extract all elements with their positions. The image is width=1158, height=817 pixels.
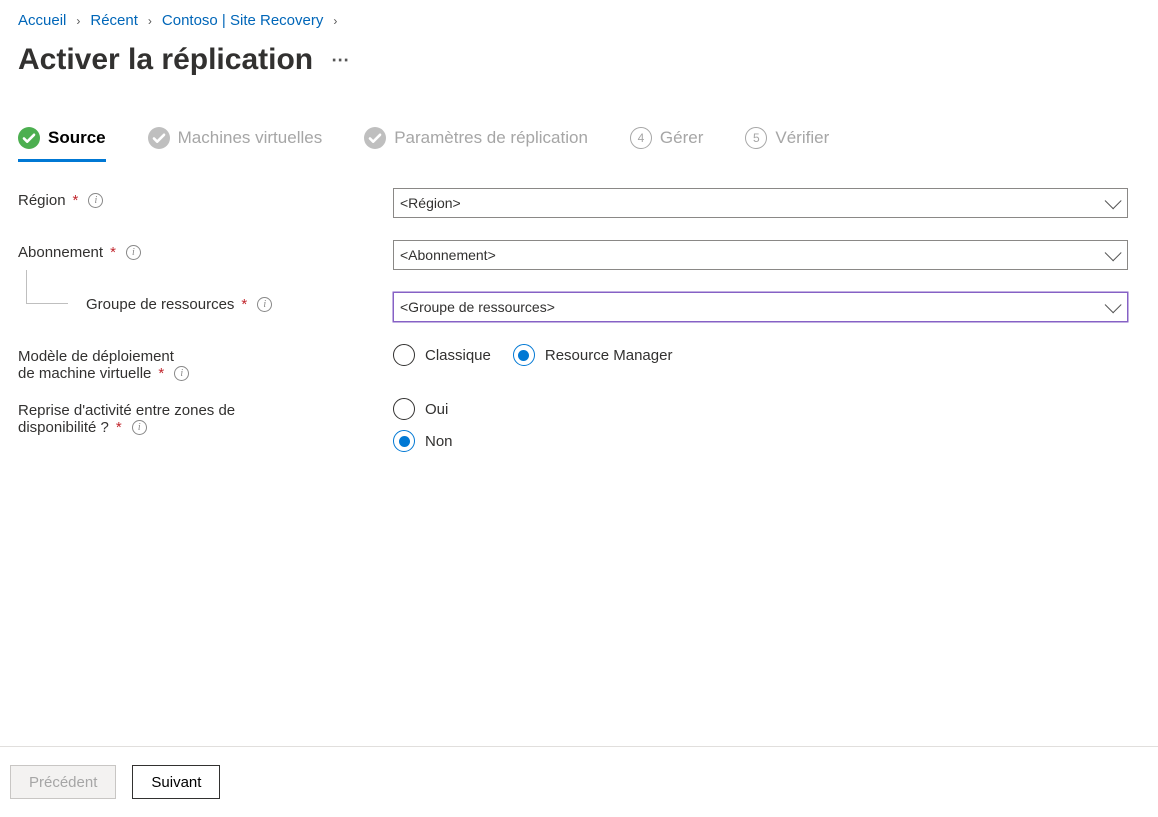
tab-label: Vérifier xyxy=(775,128,829,148)
subscription-dropdown[interactable]: <Abonnement> xyxy=(393,240,1128,270)
radio-resource-manager[interactable] xyxy=(513,344,535,366)
radio-zone-no-label[interactable]: Non xyxy=(425,433,453,450)
breadcrumb-recent[interactable]: Récent xyxy=(90,12,138,29)
breadcrumb-site-recovery[interactable]: Contoso | Site Recovery xyxy=(162,12,323,29)
region-label: Région * i xyxy=(18,188,393,209)
radio-resource-manager-label[interactable]: Resource Manager xyxy=(545,347,673,364)
tab-label: Paramètres de réplication xyxy=(394,128,588,148)
previous-button: Précédent xyxy=(10,765,116,799)
dropdown-value: <Région> xyxy=(400,195,461,211)
page-title: Activer la réplication ⋯ xyxy=(18,43,1140,77)
chevron-right-icon: › xyxy=(333,14,337,28)
tab-source[interactable]: Source xyxy=(18,127,106,162)
breadcrumb: Accueil › Récent › Contoso | Site Recove… xyxy=(18,12,1140,29)
subscription-label: Abonnement * i xyxy=(18,240,393,261)
chevron-down-icon xyxy=(1105,244,1122,261)
step-number-icon: 4 xyxy=(630,127,652,149)
tab-label: Source xyxy=(48,128,106,148)
info-icon[interactable]: i xyxy=(132,420,147,435)
tab-replication-settings[interactable]: Paramètres de réplication xyxy=(364,127,588,162)
source-form: Région * i <Région> Abonnement * i <Abon… xyxy=(18,188,1140,462)
next-button[interactable]: Suivant xyxy=(132,765,220,799)
tab-label: Machines virtuelles xyxy=(178,128,323,148)
radio-zone-no[interactable] xyxy=(393,430,415,452)
tab-vms[interactable]: Machines virtuelles xyxy=(148,127,323,162)
more-actions-button[interactable]: ⋯ xyxy=(331,50,350,71)
tab-verify[interactable]: 5 Vérifier xyxy=(745,127,829,162)
dropdown-value: <Abonnement> xyxy=(400,247,496,263)
footer-actions: Précédent Suivant xyxy=(0,746,1158,817)
radio-classic[interactable] xyxy=(393,344,415,366)
required-asterisk: * xyxy=(116,419,122,436)
tab-manage[interactable]: 4 Gérer xyxy=(630,127,703,162)
chevron-down-icon xyxy=(1105,192,1122,209)
radio-zone-yes-label[interactable]: Oui xyxy=(425,401,448,418)
resource-group-label: Groupe de ressources * i xyxy=(18,292,393,313)
tree-connector-icon xyxy=(26,270,68,304)
step-tabs: Source Machines virtuelles Paramètres de… xyxy=(18,127,1140,162)
required-asterisk: * xyxy=(110,244,116,261)
required-asterisk: * xyxy=(241,296,247,313)
required-asterisk: * xyxy=(73,192,79,209)
region-dropdown[interactable]: <Région> xyxy=(393,188,1128,218)
info-icon[interactable]: i xyxy=(174,366,189,381)
breadcrumb-home[interactable]: Accueil xyxy=(18,12,66,29)
radio-classic-label[interactable]: Classique xyxy=(425,347,491,364)
step-number-icon: 5 xyxy=(745,127,767,149)
info-icon[interactable]: i xyxy=(126,245,141,260)
chevron-right-icon: › xyxy=(76,14,80,28)
chevron-down-icon xyxy=(1105,296,1122,313)
check-circle-icon xyxy=(18,127,40,149)
check-circle-icon xyxy=(148,127,170,149)
dropdown-value: <Groupe de ressources> xyxy=(400,299,555,315)
chevron-right-icon: › xyxy=(148,14,152,28)
deployment-model-label: Modèle de déploiement de machine virtuel… xyxy=(18,344,393,382)
page-title-text: Activer la réplication xyxy=(18,43,313,77)
resource-group-dropdown[interactable]: <Groupe de ressources> xyxy=(393,292,1128,322)
info-icon[interactable]: i xyxy=(88,193,103,208)
tab-label: Gérer xyxy=(660,128,703,148)
check-circle-icon xyxy=(364,127,386,149)
zone-dr-label: Reprise d'activité entre zones de dispon… xyxy=(18,398,393,436)
radio-zone-yes[interactable] xyxy=(393,398,415,420)
required-asterisk: * xyxy=(158,365,164,382)
info-icon[interactable]: i xyxy=(257,297,272,312)
